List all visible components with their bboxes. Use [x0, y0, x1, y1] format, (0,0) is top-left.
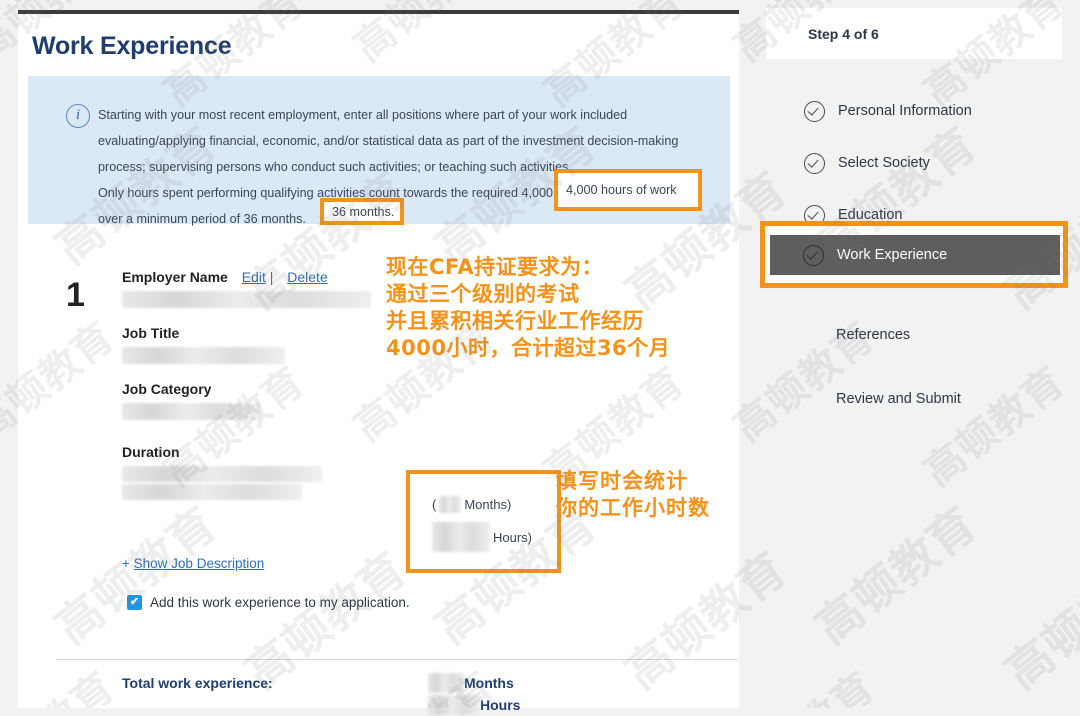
- sidebar-item-references[interactable]: References: [766, 316, 1062, 354]
- add-work-experience-checkbox[interactable]: ✔: [127, 595, 142, 610]
- show-job-description-label[interactable]: Show Job Description: [134, 556, 265, 571]
- job-category-field: Job Category: [122, 381, 422, 420]
- job-title-field: Job Title: [122, 325, 422, 364]
- sidebar-item-work-experience[interactable]: Work Experience: [770, 235, 1060, 275]
- duration-value-redacted-line2: [122, 484, 302, 500]
- duration-months-suffix: Months): [464, 497, 511, 512]
- totals-divider: [56, 659, 738, 660]
- employer-name-value-redacted: [122, 291, 371, 308]
- employer-name-field: Employer Name Edit | Delete: [122, 269, 422, 308]
- edit-link[interactable]: Edit: [242, 269, 266, 285]
- link-separator: |: [270, 269, 274, 285]
- add-work-experience-label: Add this work experience to my applicati…: [150, 595, 410, 610]
- total-work-experience-values: Months Hours: [428, 672, 520, 716]
- sidebar-item-select-society[interactable]: Select Society: [766, 144, 1062, 182]
- duration-totals-highlight-box: ( Months) Hours): [406, 470, 561, 573]
- show-job-description-toggle[interactable]: + Show Job Description: [122, 556, 264, 571]
- add-work-experience-row[interactable]: ✔ Add this work experience to my applica…: [127, 595, 410, 610]
- total-hours-unit: Hours: [480, 697, 520, 713]
- check-circle-icon: [803, 245, 824, 266]
- job-category-value-redacted: [122, 403, 260, 420]
- annotation-cfa-requirement: 现在CFA持证要求为： 通过三个级别的考试 并且累积相关行业工作经历 4000小…: [386, 254, 670, 362]
- experience-entry-number: 1: [66, 276, 85, 315]
- sidebar-item-label: References: [836, 327, 910, 343]
- progress-sidebar: Step 4 of 6 Personal Information Select …: [766, 8, 1062, 418]
- experience-fields: Employer Name Edit | Delete Job Title Jo…: [122, 269, 422, 517]
- job-category-label: Job Category: [122, 381, 422, 397]
- sidebar-item-personal-information[interactable]: Personal Information: [766, 92, 1062, 130]
- job-title-label: Job Title: [122, 325, 422, 341]
- duration-field: Duration: [122, 444, 422, 500]
- step-indicator: Step 4 of 6: [766, 8, 1062, 59]
- total-months-unit: Months: [464, 675, 514, 691]
- sidebar-item-work-experience-highlight: Work Experience: [760, 221, 1068, 288]
- duration-value-redacted-line1: [122, 466, 322, 482]
- watermark-text: 高顿教育: [910, 701, 1075, 708]
- duration-months-row: ( Months): [432, 496, 511, 513]
- total-hours-line: Hours: [428, 694, 520, 716]
- info-circle-icon: i: [66, 104, 90, 128]
- highlight-box-hours: 4,000 hours of work: [554, 169, 702, 211]
- sidebar-item-label: Work Experience: [837, 247, 947, 263]
- sidebar-item-review-and-submit[interactable]: Review and Submit: [766, 380, 1062, 418]
- duration-hours-row: Hours): [432, 522, 532, 552]
- duration-hours-value-redacted: [432, 522, 490, 552]
- duration-months-value-redacted: [439, 496, 461, 513]
- duration-label: Duration: [122, 444, 422, 460]
- sidebar-item-label: Personal Information: [838, 103, 972, 119]
- job-title-value-redacted: [122, 347, 285, 364]
- delete-link[interactable]: Delete: [287, 269, 327, 285]
- watermark-text: 高顿教育: [990, 534, 1080, 702]
- highlight-box-months: 36 months.: [320, 198, 404, 225]
- watermark-text: 高顿教育: [800, 489, 989, 657]
- duration-hours-suffix: Hours): [493, 530, 532, 545]
- duration-months-prefix: (: [432, 497, 436, 512]
- total-months-value-redacted: [428, 673, 464, 693]
- watermark-text: 高顿教育: [720, 656, 885, 708]
- sidebar-item-label: Select Society: [838, 155, 930, 171]
- employer-name-label-text: Employer Name: [122, 269, 228, 285]
- page-title: Work Experience: [32, 32, 739, 61]
- check-circle-icon: [804, 153, 825, 174]
- check-circle-icon: [804, 101, 825, 122]
- total-months-line: Months: [428, 672, 520, 694]
- annotation-hours-note: 填写时会统计 你的工作小时数: [556, 468, 710, 522]
- sidebar-item-label: Review and Submit: [836, 391, 961, 407]
- total-hours-value-redacted: [428, 695, 480, 715]
- plus-icon: +: [122, 556, 130, 571]
- employer-name-label: Employer Name Edit | Delete: [122, 269, 422, 285]
- total-work-experience-label: Total work experience:: [122, 675, 273, 691]
